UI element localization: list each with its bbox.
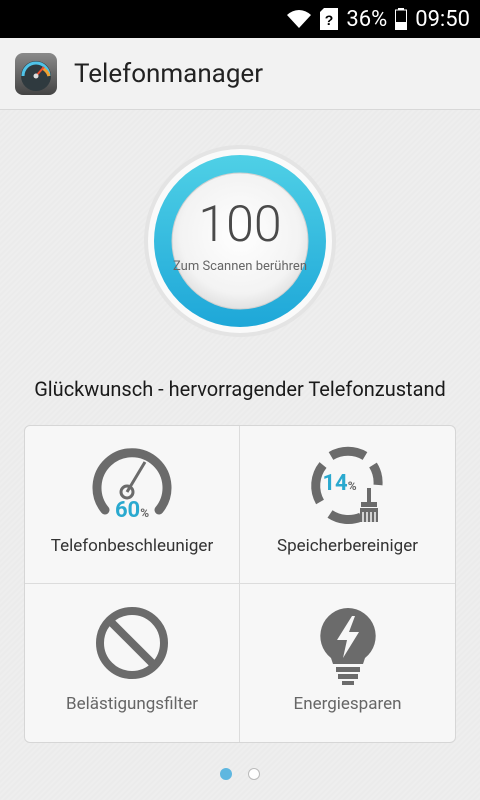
tile-phone-accelerator[interactable]: 60% Telefonbeschleuniger xyxy=(25,426,240,584)
accelerator-percent-value: 60 xyxy=(114,498,141,523)
cleaner-percent: 14% xyxy=(295,471,385,496)
accelerator-percent: 60% xyxy=(87,498,177,523)
tile-energy-saving[interactable]: Energiesparen xyxy=(240,584,455,742)
block-icon xyxy=(87,598,177,688)
tile-label: Belästigungsfilter xyxy=(66,694,198,714)
accelerator-percent-unit: % xyxy=(140,506,150,520)
page-indicator xyxy=(0,768,480,780)
app-title: Telefonmanager xyxy=(74,58,264,89)
cleaner-percent-unit: % xyxy=(347,479,357,493)
broom-icon: 14% xyxy=(303,440,393,530)
page-dot-1[interactable] xyxy=(220,768,232,780)
status-message: Glückwunsch - hervorragender Telefonzust… xyxy=(34,377,446,401)
main-content: 100 Zum Scannen berühren Glückwunsch - h… xyxy=(0,110,480,800)
battery-percent: 36% xyxy=(346,6,388,32)
tile-label: Energiesparen xyxy=(293,694,402,714)
scan-score-button[interactable]: 100 Zum Scannen berühren xyxy=(143,144,337,338)
sim-unknown-icon: ? xyxy=(320,8,339,30)
scan-hint: Zum Scannen berühren xyxy=(173,259,307,274)
tile-storage-cleaner[interactable]: 14% Speicherbereiniger xyxy=(240,426,455,584)
tile-label: Telefonbeschleuniger xyxy=(50,536,214,556)
tile-label: Speicherbereiniger xyxy=(277,536,418,556)
tile-harassment-filter[interactable]: Belästigungsfilter xyxy=(25,584,240,742)
battery-icon xyxy=(395,8,408,30)
lightbulb-bolt-icon xyxy=(303,598,393,688)
cleaner-percent-value: 14 xyxy=(322,471,348,496)
clock: 09:50 xyxy=(415,6,470,32)
status-bar: ? 36% 09:50 xyxy=(0,0,480,38)
svg-text:?: ? xyxy=(325,12,334,28)
wifi-icon xyxy=(286,9,312,29)
app-bar: Telefonmanager xyxy=(0,38,480,110)
page-dot-2[interactable] xyxy=(248,768,260,780)
tools-grid: 60% Telefonbeschleuniger 14% Speicherber… xyxy=(24,425,456,743)
health-score: 100 xyxy=(198,196,282,254)
speedometer-app-icon[interactable] xyxy=(14,52,58,96)
gauge-icon: 60% xyxy=(87,440,177,530)
